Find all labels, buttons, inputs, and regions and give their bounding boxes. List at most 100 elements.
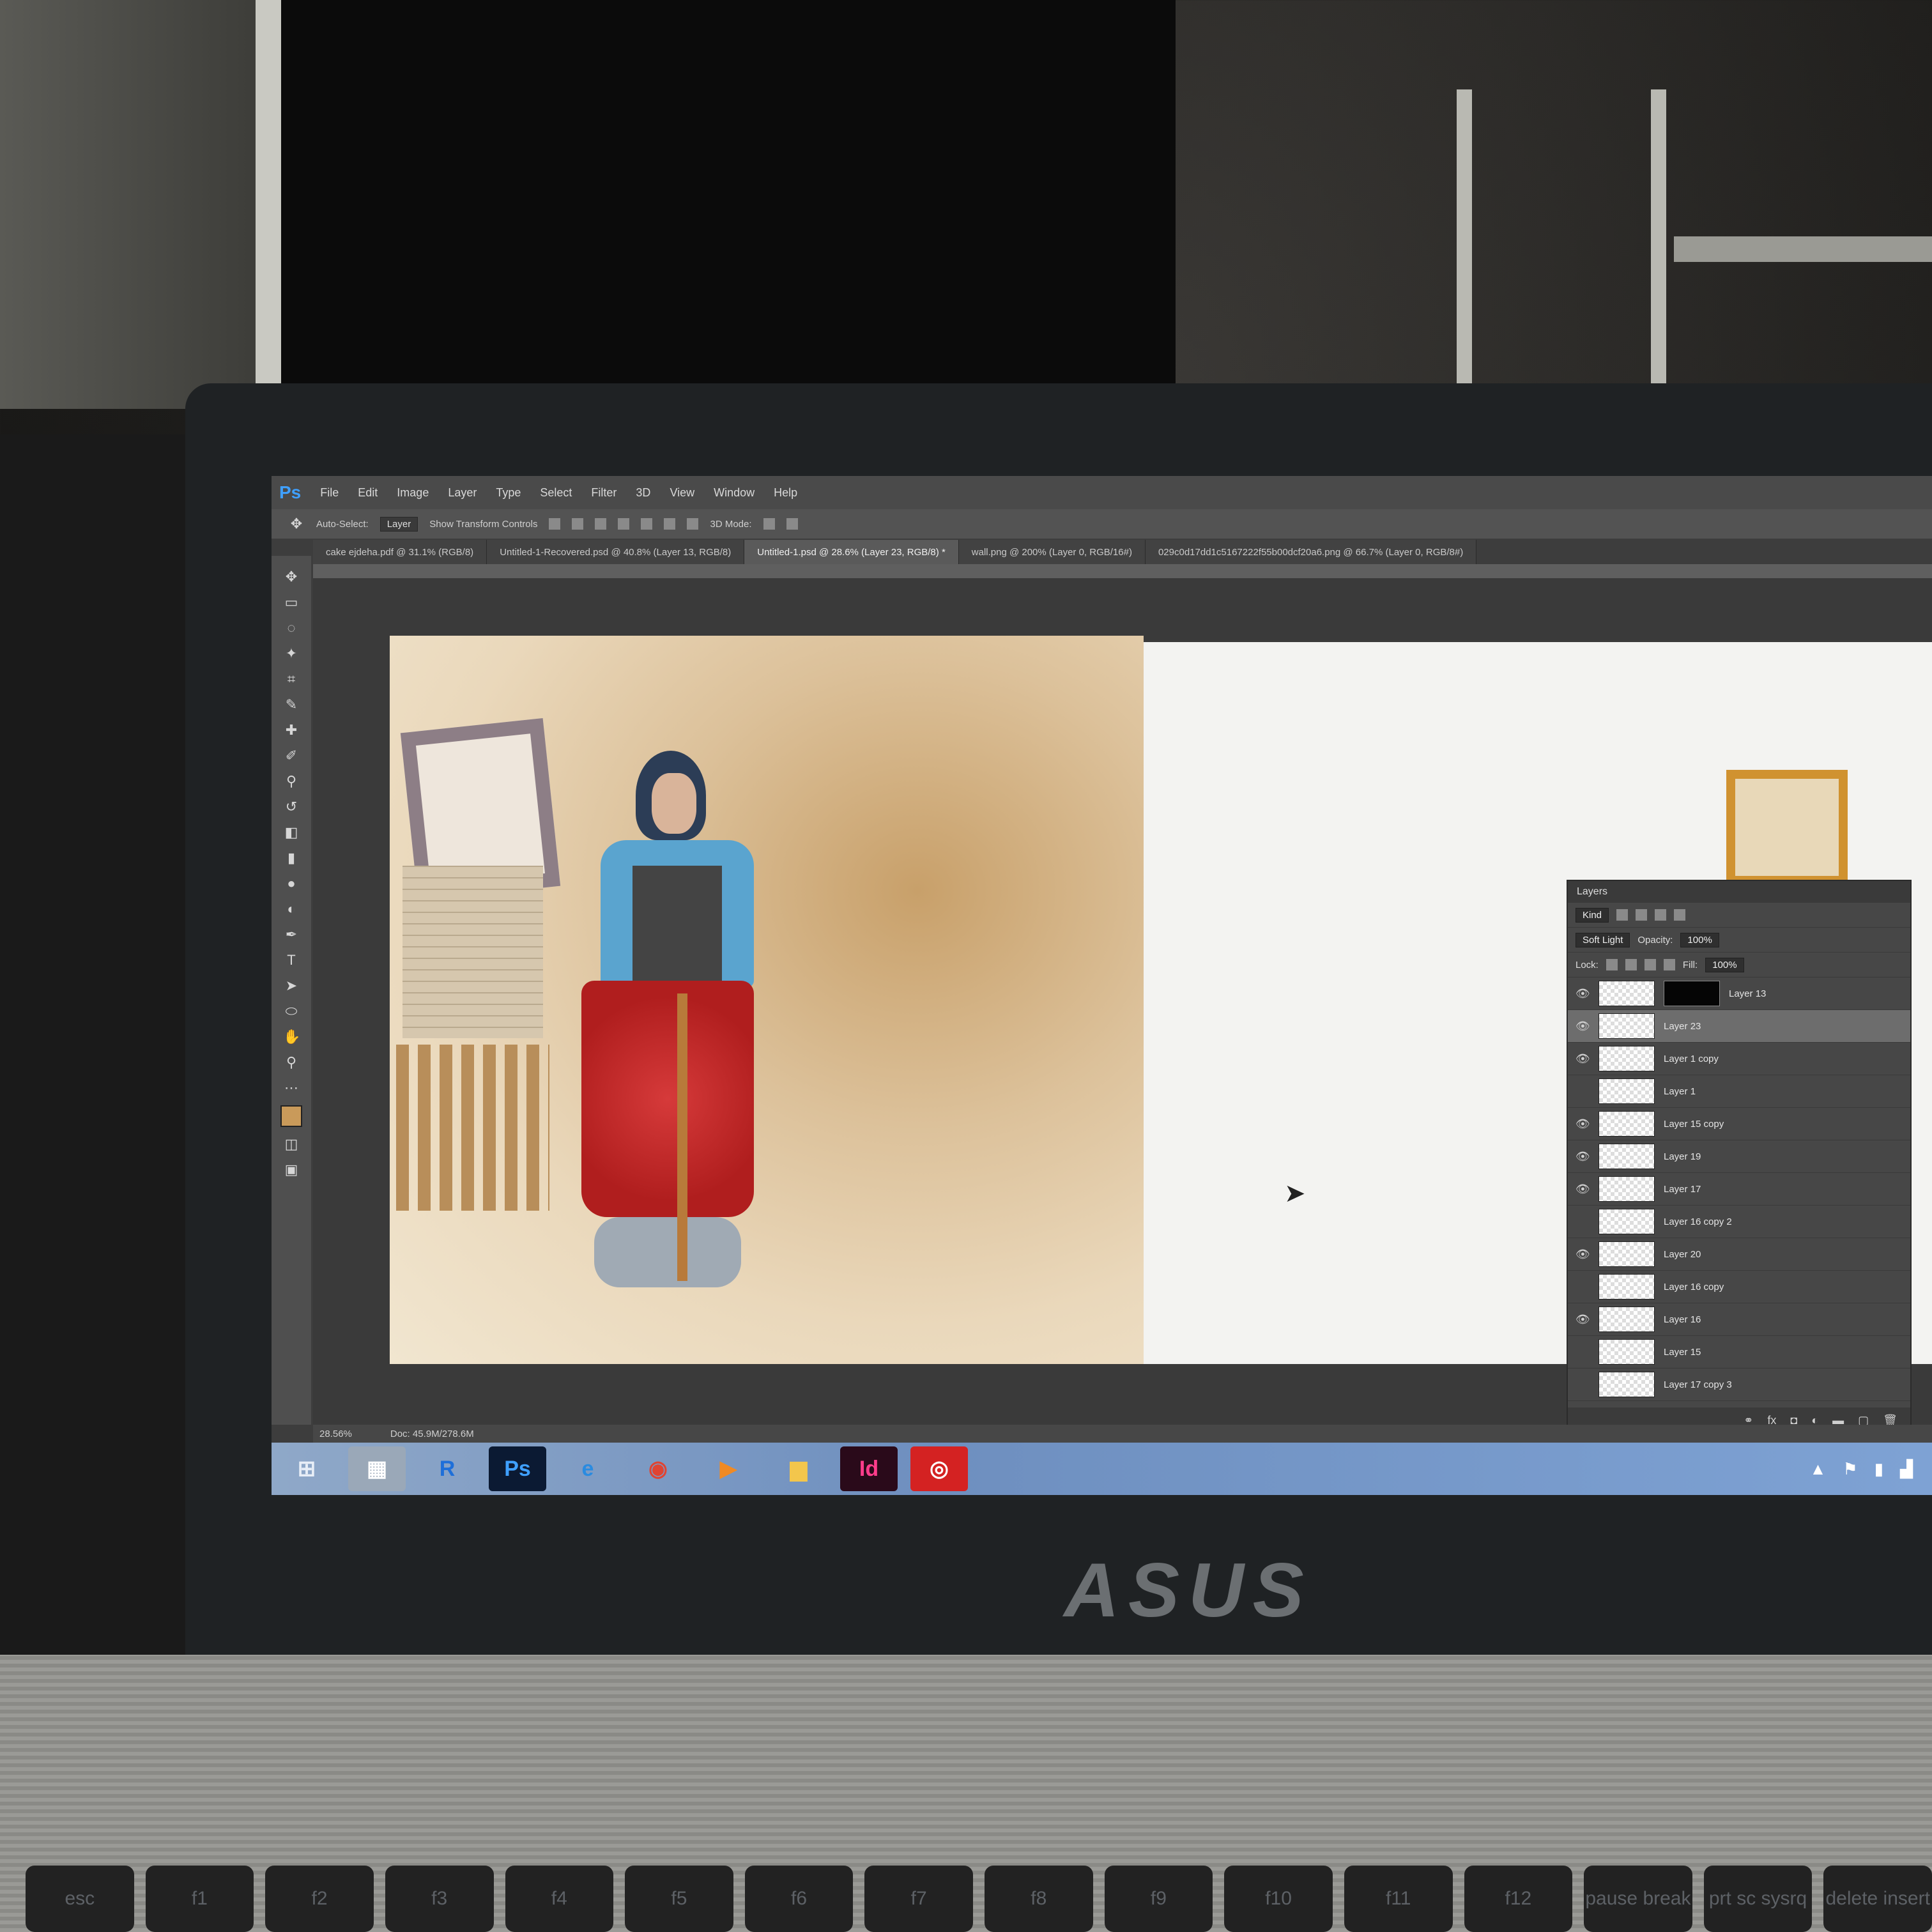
- keyboard-key[interactable]: f9: [1104, 1866, 1213, 1932]
- layer-name[interactable]: Layer 15: [1664, 1347, 1701, 1358]
- align-right-icon[interactable]: [664, 518, 676, 530]
- zoom-tool-icon[interactable]: ⚲: [283, 1054, 300, 1071]
- layer-row[interactable]: 👁 Layer 17: [1568, 1173, 1910, 1206]
- media-player-icon[interactable]: ▶: [700, 1446, 757, 1491]
- tab-wall[interactable]: wall.png @ 200% (Layer 0, RGB/16#): [958, 540, 1146, 564]
- more-tools-icon[interactable]: ⋯: [283, 1080, 300, 1096]
- keyboard-key[interactable]: f1: [145, 1866, 254, 1932]
- lock-all-icon[interactable]: [1663, 959, 1675, 970]
- keyboard-key[interactable]: f7: [864, 1866, 973, 1932]
- menu-window[interactable]: Window: [714, 486, 755, 500]
- dodge-tool-icon[interactable]: ◐: [283, 901, 300, 917]
- menu-3d[interactable]: 3D: [636, 486, 650, 500]
- artwork-canvas[interactable]: [390, 636, 1144, 1364]
- layer-row[interactable]: 👁 Layer 20: [1568, 1238, 1910, 1271]
- visibility-eye-icon[interactable]: 👁: [1575, 1117, 1590, 1131]
- auto-select-checkbox-label[interactable]: Auto-Select:: [316, 519, 369, 530]
- menu-image[interactable]: Image: [397, 486, 429, 500]
- shape-tool-icon[interactable]: ⬭: [283, 1003, 300, 1020]
- lock-transparency-icon[interactable]: [1606, 959, 1618, 970]
- keyboard-key[interactable]: delete insert: [1823, 1866, 1932, 1932]
- keyboard-key[interactable]: prt sc sysrq: [1703, 1866, 1813, 1932]
- keyboard-key[interactable]: f5: [625, 1866, 733, 1932]
- layer-name[interactable]: Layer 23: [1664, 1021, 1701, 1032]
- path-selection-icon[interactable]: ➤: [283, 977, 300, 994]
- keyboard-key[interactable]: f3: [385, 1866, 494, 1932]
- layer-name[interactable]: Layer 16 copy: [1664, 1282, 1724, 1292]
- gradient-tool-icon[interactable]: ▮: [283, 850, 300, 866]
- zoom-level[interactable]: 28.56%: [319, 1429, 352, 1439]
- layer-row[interactable]: Layer 17 copy 3: [1568, 1368, 1910, 1401]
- layer-row[interactable]: 👁 Layer 1 copy: [1568, 1043, 1910, 1075]
- keyboard-key[interactable]: f2: [265, 1866, 374, 1932]
- layer-name[interactable]: Layer 15 copy: [1664, 1119, 1724, 1130]
- visibility-eye-icon[interactable]: 👁: [1575, 1248, 1590, 1261]
- chrome-icon[interactable]: ◉: [629, 1446, 687, 1491]
- move-tool-icon[interactable]: ✥: [288, 516, 305, 532]
- tray-battery-icon[interactable]: ▮: [1874, 1459, 1883, 1479]
- menu-select[interactable]: Select: [540, 486, 572, 500]
- tray-up-arrow-icon[interactable]: ▲: [1810, 1459, 1827, 1479]
- align-bottom-icon[interactable]: [595, 518, 607, 530]
- type-tool-icon[interactable]: T: [283, 952, 300, 969]
- auto-select-dropdown[interactable]: Layer: [379, 516, 418, 532]
- align-top-icon[interactable]: [549, 518, 561, 530]
- history-brush-icon[interactable]: ↺: [283, 799, 300, 815]
- fill-field[interactable]: 100%: [1705, 957, 1744, 972]
- keyboard-key[interactable]: esc: [26, 1866, 134, 1932]
- layers-panel-title[interactable]: Layers: [1568, 881, 1910, 903]
- layer-row[interactable]: Layer 1: [1568, 1075, 1910, 1108]
- layer-mask-thumbnail[interactable]: [1664, 981, 1720, 1006]
- keyboard-key[interactable]: f10: [1224, 1866, 1333, 1932]
- keyboard-key[interactable]: pause break: [1584, 1866, 1692, 1932]
- menu-layer[interactable]: Layer: [448, 486, 477, 500]
- crop-tool-icon[interactable]: ⌗: [283, 671, 300, 687]
- keyboard-key[interactable]: f11: [1344, 1866, 1453, 1932]
- visibility-eye-icon[interactable]: 👁: [1575, 1020, 1590, 1033]
- eraser-tool-icon[interactable]: ◧: [283, 824, 300, 841]
- layer-name[interactable]: Layer 19: [1664, 1151, 1701, 1162]
- layer-name[interactable]: Layer 16 copy 2: [1664, 1216, 1732, 1227]
- eyedropper-icon[interactable]: ✎: [283, 696, 300, 713]
- layer-name[interactable]: Layer 1: [1664, 1086, 1696, 1097]
- menu-filter[interactable]: Filter: [591, 486, 617, 500]
- layer-name[interactable]: Layer 17: [1664, 1184, 1701, 1195]
- marquee-tool-icon[interactable]: ▭: [283, 594, 300, 611]
- tray-signal-icon[interactable]: ▟: [1900, 1459, 1913, 1479]
- distribute-icon[interactable]: [687, 518, 699, 530]
- visibility-eye-icon[interactable]: 👁: [1575, 1052, 1590, 1066]
- menu-help[interactable]: Help: [774, 486, 797, 500]
- layer-row[interactable]: 👁 Layer 15 copy: [1568, 1108, 1910, 1140]
- opacity-field[interactable]: 100%: [1680, 932, 1719, 947]
- layer-row[interactable]: Layer 16 copy: [1568, 1271, 1910, 1303]
- layer-name[interactable]: Layer 17 copy 3: [1664, 1379, 1732, 1390]
- tab-untitled-1[interactable]: Untitled-1.psd @ 28.6% (Layer 23, RGB/8)…: [744, 540, 959, 564]
- visibility-eye-icon[interactable]: 👁: [1575, 1313, 1590, 1326]
- filter-kind-dropdown[interactable]: Kind: [1575, 907, 1609, 923]
- keyboard-key[interactable]: f4: [505, 1866, 614, 1932]
- align-middle-icon[interactable]: [572, 518, 584, 530]
- brush-tool-icon[interactable]: ✐: [283, 747, 300, 764]
- layer-name[interactable]: Layer 13: [1729, 988, 1766, 999]
- visibility-eye-icon[interactable]: 👁: [1575, 1183, 1590, 1196]
- screen-mode-icon[interactable]: ▣: [283, 1162, 300, 1178]
- menu-edit[interactable]: Edit: [358, 486, 378, 500]
- magic-wand-icon[interactable]: ✦: [283, 645, 300, 662]
- layer-name[interactable]: Layer 16: [1664, 1314, 1701, 1325]
- lasso-tool-icon[interactable]: ◌: [283, 620, 300, 636]
- lock-pixels-icon[interactable]: [1625, 959, 1637, 970]
- canvas-area[interactable]: ➤ Layers Kind Soft Light Opacity: 100% L…: [313, 578, 1932, 1434]
- calculator-icon[interactable]: ▦: [348, 1446, 406, 1491]
- clone-stamp-icon[interactable]: ⚲: [283, 773, 300, 790]
- keyboard-key[interactable]: f8: [985, 1866, 1093, 1932]
- layer-name[interactable]: Layer 20: [1664, 1249, 1701, 1260]
- menu-view[interactable]: View: [670, 486, 694, 500]
- internet-explorer-icon[interactable]: e: [559, 1446, 617, 1491]
- filter-shape-icon[interactable]: [1674, 909, 1686, 921]
- 3d-orbit-icon[interactable]: [763, 518, 775, 530]
- keyboard-key[interactable]: f12: [1464, 1866, 1573, 1932]
- layer-row[interactable]: 👁 Layer 23: [1568, 1010, 1910, 1043]
- tray-flag-icon[interactable]: ⚑: [1843, 1459, 1857, 1479]
- lock-position-icon[interactable]: [1644, 959, 1656, 970]
- layer-name[interactable]: Layer 1 copy: [1664, 1054, 1719, 1064]
